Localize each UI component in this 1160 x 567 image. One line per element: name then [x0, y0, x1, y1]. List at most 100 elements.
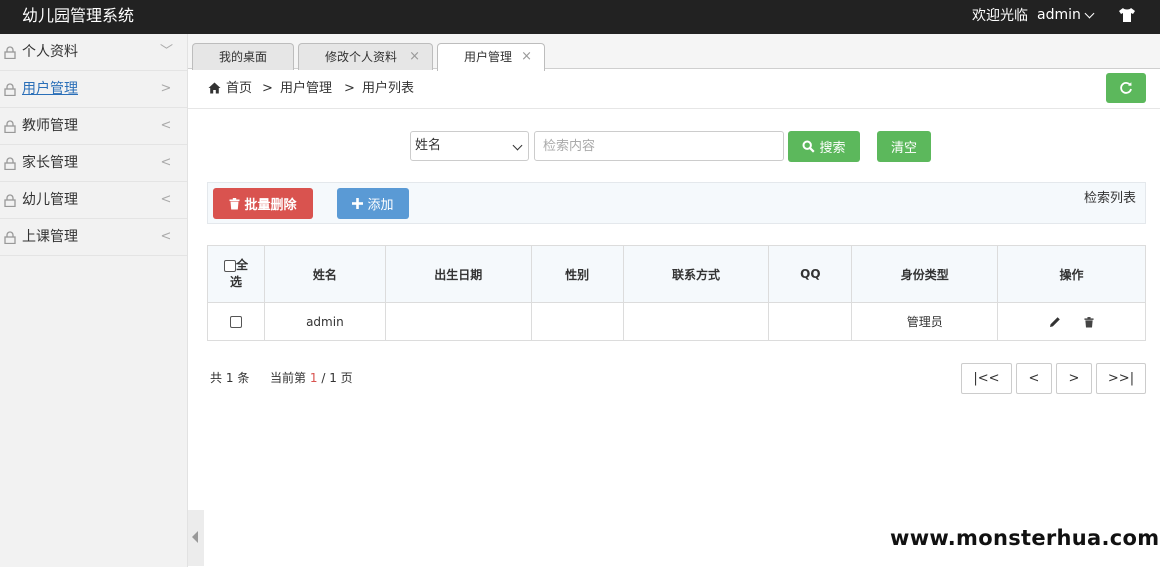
- tab-desktop[interactable]: 我的桌面: [192, 43, 294, 70]
- trash-icon: [229, 197, 240, 209]
- refresh-button[interactable]: [1106, 73, 1146, 103]
- cell-identity: 管理员: [851, 302, 999, 341]
- cell-contact: [622, 302, 770, 341]
- tab-user-management[interactable]: 用户管理 ×: [437, 43, 545, 71]
- chevron-down-icon: [512, 140, 523, 151]
- sidebar-item-children[interactable]: 幼儿管理 <: [0, 182, 187, 219]
- triangle-left-icon: [192, 531, 198, 543]
- chevron-left-icon: <: [160, 155, 172, 170]
- column-header-actions: 操作: [997, 245, 1146, 303]
- lock-icon: [4, 157, 16, 170]
- chevron-right-icon: >: [160, 81, 172, 96]
- breadcrumb-separator: >: [344, 81, 355, 96]
- last-page-button[interactable]: >>|: [1096, 363, 1146, 394]
- sidebar-item-profile[interactable]: 个人资料 ﹀: [0, 34, 187, 71]
- chevron-down-icon: [1084, 8, 1095, 18]
- page-suffix: 页: [340, 371, 353, 385]
- list-label: 检索列表: [1084, 191, 1137, 206]
- column-header-qq: QQ: [768, 245, 853, 303]
- cell-qq: [768, 302, 853, 341]
- select-all-cell: 全 选: [207, 245, 265, 303]
- breadcrumb-level2: 用户列表: [362, 81, 415, 96]
- column-header-identity: 身份类型: [851, 245, 999, 303]
- pencil-icon[interactable]: [1049, 316, 1061, 328]
- tab-label: 修改个人资料: [325, 50, 398, 64]
- column-header-gender: 性别: [530, 245, 624, 303]
- breadcrumb-separator: >: [262, 81, 273, 96]
- column-header-birth-date: 出生日期: [384, 245, 532, 303]
- cell-birth-date: [384, 302, 532, 341]
- breadcrumb: 首页 > 用户管理 > 用户列表: [188, 69, 1160, 109]
- total-count-text: 共 1 条: [210, 370, 249, 387]
- sidebar: 个人资料 ﹀ 用户管理 > 教师管理 < 家长管理 < 幼儿管理 < 上课管理 …: [0, 34, 188, 567]
- breadcrumb-home[interactable]: 首页: [226, 80, 252, 98]
- cell-name: admin: [263, 302, 386, 341]
- sidebar-item-label: 个人资料: [22, 44, 78, 60]
- batch-delete-button[interactable]: 批量删除: [213, 188, 313, 219]
- total-suffix: 条: [237, 371, 250, 385]
- page-separator: /: [321, 371, 326, 385]
- column-header-contact: 联系方式: [622, 245, 770, 303]
- search-input[interactable]: [534, 131, 784, 161]
- shirt-icon[interactable]: [1118, 7, 1136, 23]
- lock-icon: [4, 83, 16, 96]
- select-all-checkbox[interactable]: [223, 259, 236, 272]
- search-field-select[interactable]: 姓名: [410, 131, 529, 161]
- username: admin: [1037, 7, 1081, 23]
- sidebar-item-users[interactable]: 用户管理 >: [0, 71, 187, 108]
- cell-actions: [997, 302, 1146, 341]
- sidebar-collapse-handle[interactable]: [188, 510, 204, 566]
- lock-icon: [4, 194, 16, 207]
- sidebar-item-label: 家长管理: [22, 155, 78, 171]
- total-pages: 1: [329, 371, 337, 385]
- batch-delete-label: 批量删除: [244, 198, 297, 213]
- current-prefix: 当前第: [270, 371, 307, 385]
- table-header-row: 全 选 姓名 出生日期 性别 联系方式 QQ 身份类型 操作: [207, 245, 1146, 303]
- total-count: 1: [225, 371, 234, 385]
- lock-icon: [4, 231, 16, 244]
- select-all-label: 全: [235, 258, 248, 272]
- close-icon[interactable]: ×: [521, 44, 532, 70]
- close-icon[interactable]: ×: [409, 44, 420, 70]
- app-title: 幼儿园管理系统: [22, 6, 135, 25]
- search-button[interactable]: 搜索: [788, 131, 860, 162]
- sidebar-item-label: 用户管理: [22, 81, 78, 97]
- user-menu[interactable]: admin: [1037, 5, 1095, 25]
- chevron-left-icon: <: [160, 118, 172, 133]
- tab-edit-profile[interactable]: 修改个人资料 ×: [298, 43, 433, 70]
- add-button[interactable]: 添加: [337, 188, 409, 219]
- cell-gender: [530, 302, 624, 341]
- sidebar-item-classes[interactable]: 上课管理 <: [0, 219, 187, 256]
- user-table: 全 选 姓名 出生日期 性别 联系方式 QQ 身份类型 操作 admin 管理员: [207, 245, 1146, 341]
- welcome-text: 欢迎光临: [972, 8, 1028, 24]
- tab-label: 我的桌面: [219, 50, 268, 64]
- plus-icon: [352, 198, 364, 209]
- first-page-button[interactable]: |<<: [961, 363, 1012, 394]
- search-field-selected: 姓名: [415, 138, 442, 153]
- clear-button[interactable]: 清空: [877, 131, 931, 162]
- trash-icon[interactable]: [1084, 316, 1095, 328]
- home-icon: [208, 82, 221, 94]
- chevron-down-icon: ﹀: [160, 44, 174, 59]
- add-button-label: 添加: [367, 198, 394, 213]
- current-page-text: 当前第 1 / 1 页: [270, 370, 353, 387]
- search-button-label: 搜索: [819, 141, 846, 156]
- tab-label: 用户管理: [464, 50, 513, 64]
- clear-button-label: 清空: [890, 141, 917, 156]
- next-page-button[interactable]: >: [1056, 363, 1092, 394]
- search-icon: [802, 140, 816, 153]
- sidebar-item-label: 上课管理: [22, 229, 78, 245]
- sidebar-item-label: 幼儿管理: [22, 192, 78, 208]
- row-select-cell: [207, 302, 265, 341]
- sidebar-item-label: 教师管理: [22, 118, 78, 134]
- row-checkbox[interactable]: [229, 316, 242, 328]
- tab-strip: 我的桌面 修改个人资料 × 用户管理 ×: [188, 34, 1160, 71]
- sidebar-item-parents[interactable]: 家长管理 <: [0, 145, 187, 182]
- chevron-left-icon: <: [160, 192, 172, 207]
- breadcrumb-level1[interactable]: 用户管理: [280, 80, 332, 98]
- select-all-label-2: 选: [229, 275, 242, 289]
- chevron-left-icon: <: [160, 229, 172, 244]
- prev-page-button[interactable]: <: [1016, 363, 1052, 394]
- sidebar-item-teachers[interactable]: 教师管理 <: [0, 108, 187, 145]
- column-header-name: 姓名: [263, 245, 386, 303]
